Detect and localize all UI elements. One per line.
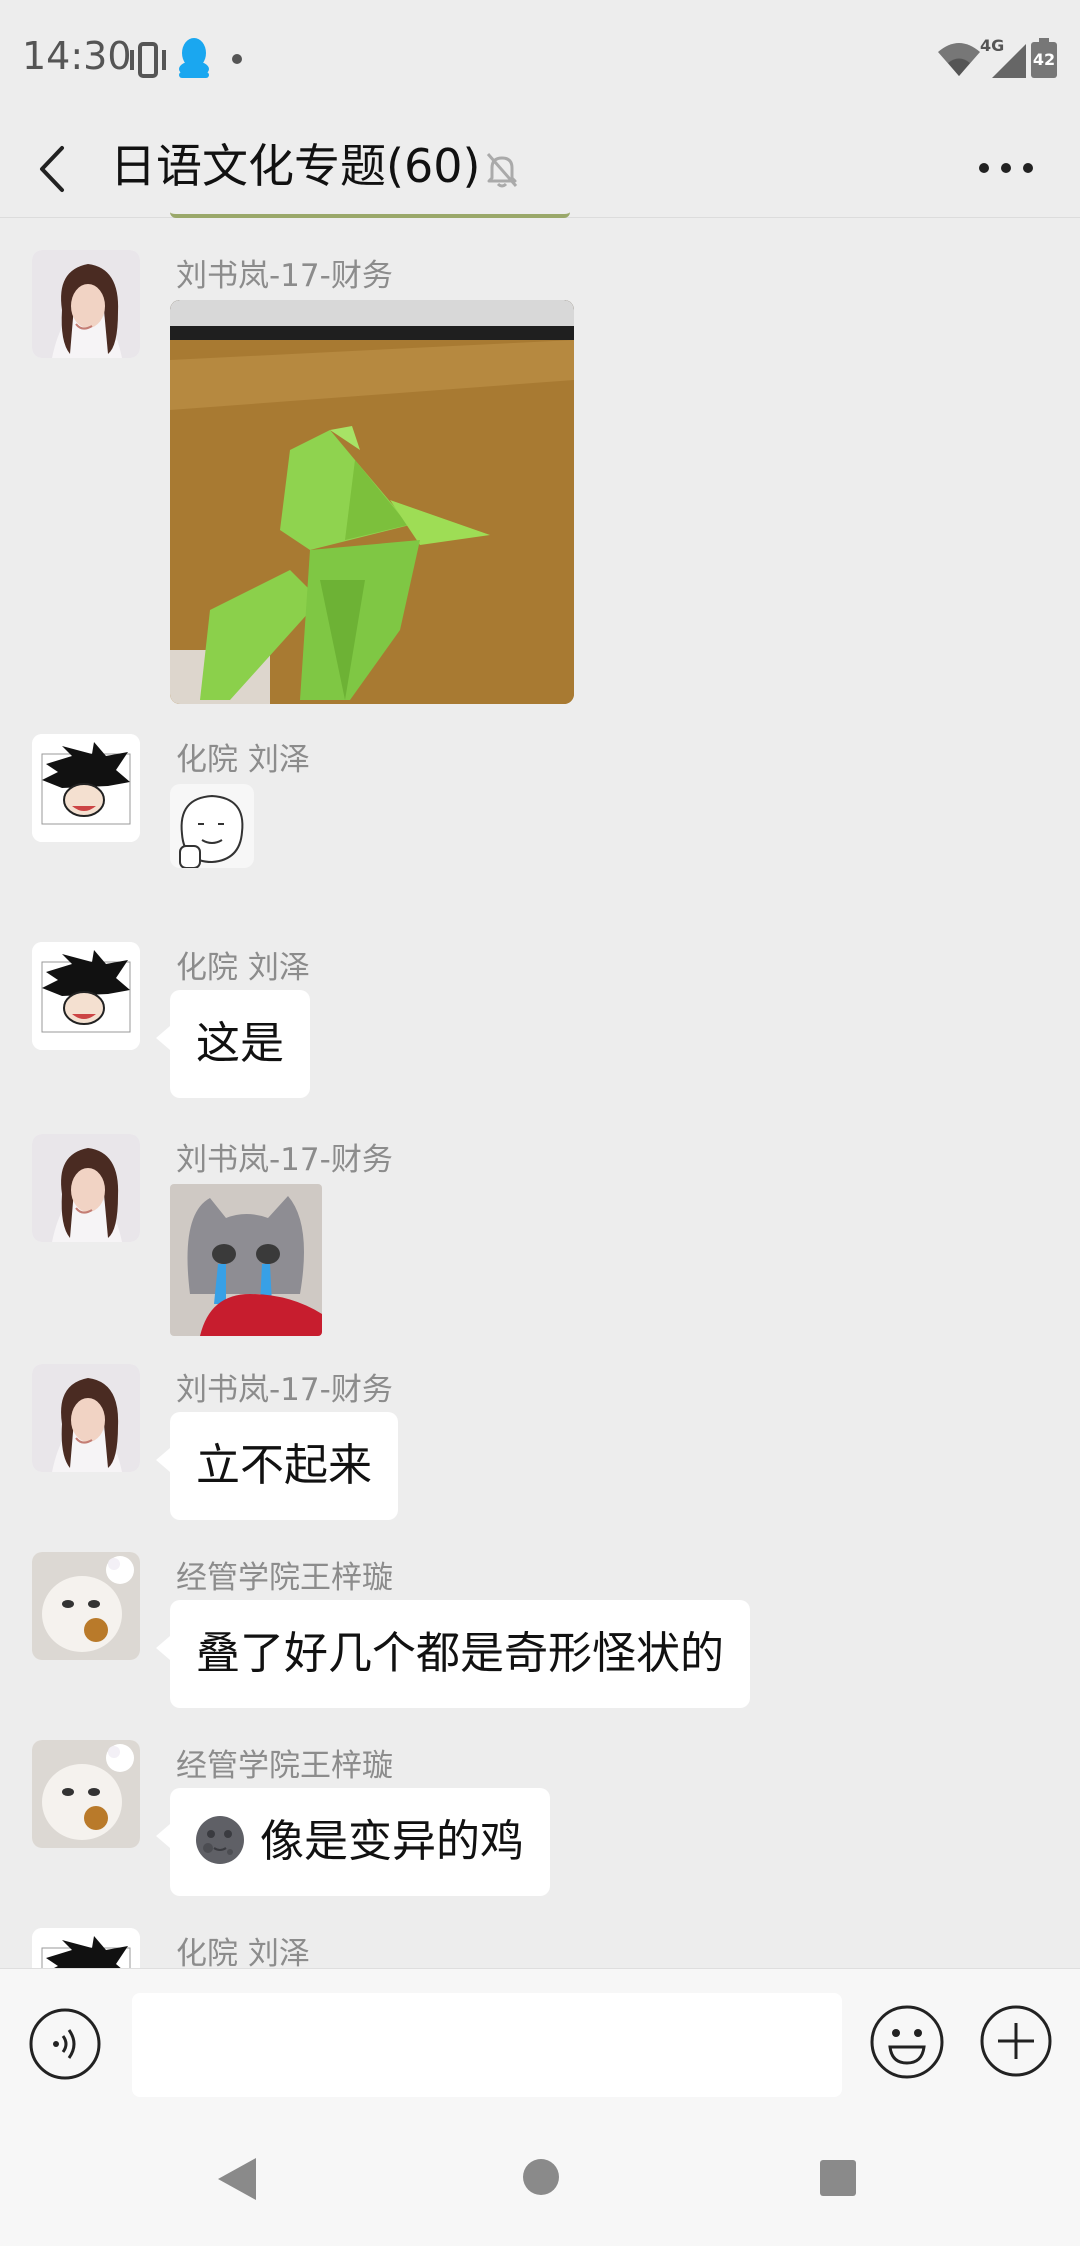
avatar[interactable] xyxy=(32,734,140,842)
crying-cat-sticker-image xyxy=(170,1184,322,1336)
sticker-message[interactable] xyxy=(170,784,254,868)
message-item: 化院 刘泽 xyxy=(0,1928,1080,1968)
text-message-bubble[interactable]: 这是 xyxy=(156,990,310,1098)
plus-icon[interactable] xyxy=(978,2003,1054,2079)
sticker-message[interactable] xyxy=(170,1184,322,1336)
mute-bell-icon xyxy=(486,153,518,188)
avatar[interactable] xyxy=(32,1134,140,1242)
avatar[interactable] xyxy=(32,1364,140,1472)
wifi-icon xyxy=(938,43,980,76)
chat-title: 日语文化专题(60) xyxy=(110,139,481,193)
chat-header: 日语文化专题(60) xyxy=(0,118,1080,218)
more-dots-icon[interactable] xyxy=(976,148,1036,188)
system-nav-bar xyxy=(0,2108,1080,2246)
sender-name: 经管学院王梓璇 xyxy=(176,1560,393,1596)
qq-icon xyxy=(179,38,209,78)
text-message-bubble[interactable]: 叠了好几个都是奇形怪状的 xyxy=(156,1600,750,1708)
sender-name: 化院 刘泽 xyxy=(176,950,310,986)
avatar-manga-image xyxy=(32,734,140,842)
message-item: 刘书岚-17-财务 xyxy=(0,250,1080,710)
chat-screen: 14:30 4G 42 日语文化专题(60) 刘书岚-17-财务 化院 刘泽 化… xyxy=(0,0,1080,2246)
message-item: 经管学院王梓璇 叠了好几个都是奇形怪状的 xyxy=(0,1552,1080,1712)
avatar[interactable] xyxy=(32,1928,140,1968)
avatar-manga-image xyxy=(32,942,140,1050)
battery-level: 42 xyxy=(1032,50,1056,69)
avatar-girl-image xyxy=(32,1364,140,1472)
image-message[interactable] xyxy=(170,300,574,704)
message-item: 化院 刘泽 xyxy=(0,734,1080,868)
avatar-girl-image xyxy=(32,1134,140,1242)
message-text: 叠了好几个都是奇形怪状的 xyxy=(196,1628,724,1679)
avatar[interactable] xyxy=(32,1740,140,1848)
avatar[interactable] xyxy=(32,1552,140,1660)
message-item: 刘书岚-17-财务 xyxy=(0,1134,1080,1336)
moon-face-emoji-icon xyxy=(196,1816,244,1864)
nav-back-icon[interactable] xyxy=(216,2156,258,2202)
face-sticker-image xyxy=(170,784,254,868)
status-bar: 14:30 4G 42 xyxy=(0,0,1080,118)
previous-image-edge xyxy=(170,206,570,218)
vibrate-icon xyxy=(130,42,166,78)
message-item: 刘书岚-17-财务 立不起来 xyxy=(0,1364,1080,1524)
emoji-icon[interactable] xyxy=(868,2003,946,2081)
text-message-bubble[interactable]: 像是变异的鸡 xyxy=(156,1788,550,1896)
avatar-cat-image xyxy=(32,1552,140,1660)
sender-name: 经管学院王梓璇 xyxy=(176,1748,393,1784)
nav-recents-icon[interactable] xyxy=(818,2158,858,2198)
text-message-bubble[interactable]: 立不起来 xyxy=(156,1412,398,1520)
message-list[interactable]: 刘书岚-17-财务 化院 刘泽 化院 刘泽 这是 刘书岚-17-财务 刘书岚-1… xyxy=(0,220,1080,1968)
message-item: 化院 刘泽 这是 xyxy=(0,942,1080,1102)
message-input[interactable] xyxy=(132,1993,842,2097)
notification-dot-icon xyxy=(232,54,242,64)
avatar[interactable] xyxy=(32,250,140,358)
avatar-cat-image xyxy=(32,1740,140,1848)
message-text: 这是 xyxy=(196,1018,284,1069)
voice-icon[interactable] xyxy=(28,2007,102,2081)
nav-home-icon[interactable] xyxy=(522,2158,560,2196)
sender-name: 化院 刘泽 xyxy=(176,742,310,778)
back-arrow-icon[interactable] xyxy=(34,144,70,194)
message-text: 像是变异的鸡 xyxy=(260,1816,524,1867)
avatar-manga-image xyxy=(32,1928,140,1968)
avatar-girl-image xyxy=(32,250,140,358)
sender-name: 化院 刘泽 xyxy=(176,1936,310,1968)
avatar[interactable] xyxy=(32,942,140,1050)
message-text: 立不起来 xyxy=(196,1440,372,1491)
signal-icon xyxy=(992,44,1026,78)
input-bar xyxy=(0,1968,1080,2108)
sender-name: 刘书岚-17-财务 xyxy=(176,1372,393,1408)
sender-name: 刘书岚-17-财务 xyxy=(176,258,393,294)
status-time: 14:30 xyxy=(22,34,132,78)
origami-crane-image xyxy=(170,300,574,704)
message-item: 经管学院王梓璇 像是变异的鸡 xyxy=(0,1740,1080,1900)
sender-name: 刘书岚-17-财务 xyxy=(176,1142,393,1178)
